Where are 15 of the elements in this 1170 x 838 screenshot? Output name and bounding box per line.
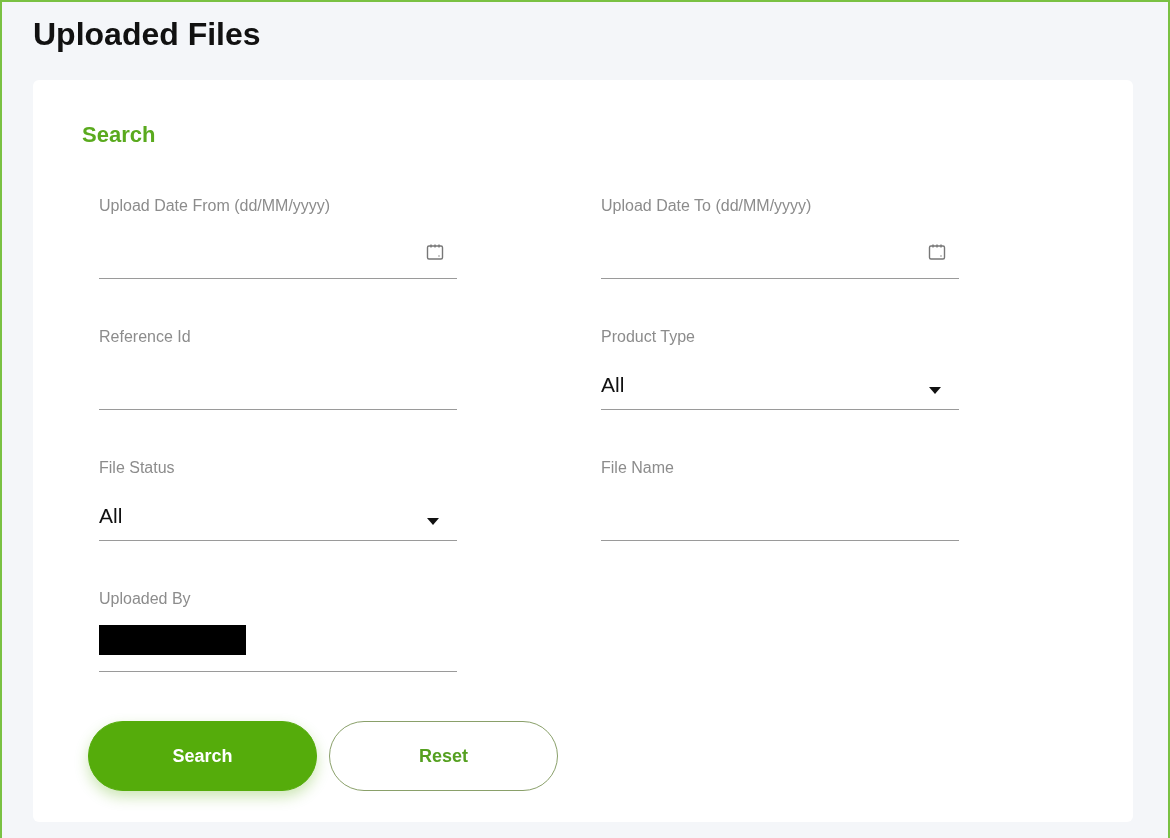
select-field[interactable]: All: [99, 478, 457, 541]
caret-icon: [427, 518, 439, 526]
page-title: Uploaded Files: [33, 18, 261, 50]
field-label: Product Type: [601, 327, 696, 347]
field-label: File Status: [99, 458, 176, 478]
field-label: Upload Date From (dd/MM/yyyy): [99, 196, 332, 216]
section-heading: Search: [82, 124, 156, 146]
field-label: Reference Id: [99, 327, 192, 347]
select-field[interactable]: All: [601, 347, 959, 410]
field-label: Upload Date To (dd/MM/yyyy): [601, 196, 813, 216]
field-label: Uploaded By: [99, 589, 192, 609]
caret-icon: [929, 387, 941, 395]
calendar-icon[interactable]: [425, 242, 445, 262]
field-label: File Name: [601, 458, 675, 478]
calendar-icon[interactable]: [927, 242, 947, 262]
